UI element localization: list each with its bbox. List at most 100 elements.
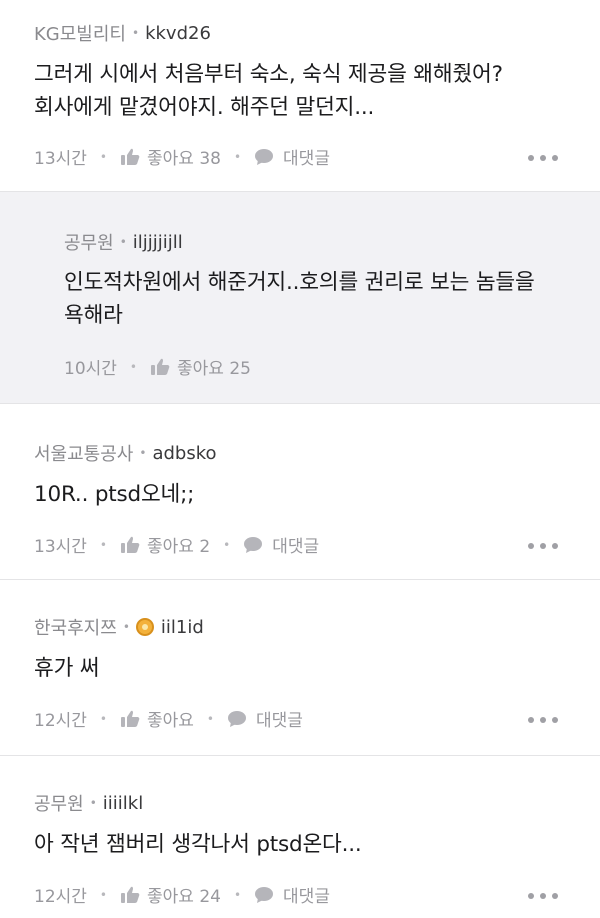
more-dots-icon [552, 543, 558, 549]
comment-text: 아 작년 잼버리 생각나서 ptsd온다... [34, 828, 362, 861]
coin-badge-icon [135, 618, 154, 636]
more-dots-icon [552, 155, 558, 161]
thumbs-up-icon [121, 710, 140, 727]
comment-item: 공무원 • iiiilkl 아 작년 잼버리 생각나서 ptsd온다... 12… [0, 756, 600, 918]
reply-comment-item: 공무원 • iljjjjijll 인도적차원에서 해준거지..호의를 권리로 보… [0, 192, 600, 404]
comment-feed: KG모빌리티 • kkvd26 그러게 시에서 처음부터 숙소, 숙식 제공을 … [0, 0, 600, 918]
like-button[interactable]: 좋아요 38 [120, 144, 221, 169]
more-button[interactable] [528, 154, 558, 162]
speech-bubble-icon [228, 710, 246, 727]
author-name[interactable]: KG모빌리티 [34, 20, 126, 46]
like-label: 좋아요 25 [177, 359, 251, 379]
comment-time: 12시간 [34, 711, 87, 731]
thumbs-up-icon [121, 886, 140, 903]
more-dots-icon [528, 717, 534, 723]
comment-text: 인도적차원에서 해준거지..호의를 권리로 보는 놈들을 욕해라 [64, 266, 535, 332]
like-button[interactable]: 좋아요 25 [150, 354, 251, 379]
reply-label: 대댓글 [272, 537, 320, 557]
author-name[interactable]: 공무원 [34, 790, 84, 816]
comment-text-line: 욕해라 [64, 303, 123, 328]
like-button[interactable]: 좋아요 24 [120, 882, 221, 907]
reply-label: 대댓글 [283, 887, 330, 907]
more-dots-icon [528, 543, 534, 549]
author-handle: adbsko [152, 442, 217, 464]
action-separator: • [233, 887, 242, 902]
reply-label: 대댓글 [283, 149, 330, 169]
more-dots-icon [528, 155, 534, 161]
comment-text: 10R.. ptsd오네;; [34, 478, 194, 511]
comment-text: 휴가 써 [34, 652, 100, 685]
comment-text: 그러게 시에서 처음부터 숙소, 숙식 제공을 왜해줬어? 회사에게 맡겼어야지… [34, 58, 503, 124]
more-button[interactable] [528, 892, 558, 900]
meta-separator: • [89, 796, 97, 810]
author-handle: iil1id [160, 616, 204, 638]
speech-bubble-icon [244, 536, 263, 553]
author-handle: iiiilkl [102, 792, 144, 814]
action-separator: • [99, 537, 107, 552]
comment-text-line: 10R.. ptsd오네;; [34, 482, 195, 507]
more-button[interactable] [528, 716, 558, 724]
comment-actions: 13시간 • 좋아요 2 • 대댓글 [34, 532, 319, 557]
more-dots-icon [540, 155, 546, 161]
thumbs-up-icon [121, 148, 140, 165]
comment-meta: KG모빌리티 • kkvd26 [34, 20, 211, 46]
more-dots-icon [528, 893, 534, 899]
comment-meta: 공무원 • iljjjjijll [64, 229, 183, 255]
comment-actions: 10시간 • 좋아요 25 [64, 354, 251, 379]
comment-item: 한국후지쯔 • iil1id 휴가 써 12시간 • 좋아요 • 대댓글 [0, 580, 600, 756]
author-name[interactable]: 공무원 [64, 229, 114, 255]
comment-meta: 한국후지쯔 • iil1id [34, 614, 204, 640]
comment-time: 10시간 [64, 359, 117, 379]
comment-meta: 공무원 • iiiilkl [34, 790, 143, 816]
more-dots-icon [552, 893, 558, 899]
reply-label: 대댓글 [256, 711, 303, 731]
more-dots-icon [552, 717, 558, 723]
meta-separator: • [132, 26, 140, 40]
author-name[interactable]: 한국후지쯔 [34, 614, 117, 640]
more-button[interactable] [528, 542, 558, 550]
comment-text-line: 휴가 써 [34, 656, 100, 681]
like-label: 좋아요 38 [147, 149, 221, 169]
action-separator: • [206, 711, 214, 726]
comment-time: 13시간 [34, 149, 87, 169]
comment-text-line: 그러게 시에서 처음부터 숙소, 숙식 제공을 왜해줬어? [34, 62, 503, 87]
speech-bubble-icon [255, 148, 274, 165]
like-label: 좋아요 2 [147, 537, 211, 557]
meta-separator: • [119, 235, 127, 249]
comment-text-line: 회사에게 맡겼어야지. 해주던 말던지... [34, 95, 375, 120]
action-separator: • [99, 887, 107, 902]
action-separator: • [99, 149, 107, 164]
thumbs-up-icon [121, 536, 140, 553]
comment-item: 서울교통공사 • adbsko 10R.. ptsd오네;; 13시간 • 좋아… [0, 404, 600, 580]
reply-button[interactable]: 대댓글 [254, 144, 330, 169]
comment-time: 12시간 [34, 887, 87, 907]
action-separator: • [223, 537, 231, 552]
more-dots-icon [540, 543, 546, 549]
author-name[interactable]: 서울교통공사 [34, 440, 133, 466]
comment-item: KG모빌리티 • kkvd26 그러게 시에서 처음부터 숙소, 숙식 제공을 … [0, 0, 600, 192]
reply-button[interactable]: 대댓글 [227, 706, 303, 731]
comment-meta: 서울교통공사 • adbsko [34, 440, 217, 466]
like-button[interactable]: 좋아요 [120, 706, 194, 731]
like-button[interactable]: 좋아요 2 [120, 532, 210, 557]
action-separator: • [233, 149, 242, 164]
comment-time: 13시간 [34, 537, 87, 557]
reply-button[interactable]: 대댓글 [254, 882, 330, 907]
author-handle: iljjjjijll [132, 231, 183, 253]
action-separator: • [129, 359, 137, 374]
action-separator: • [99, 711, 107, 726]
reply-button[interactable]: 대댓글 [243, 532, 319, 557]
comment-text-line: 아 작년 잼버리 생각나서 ptsd온다... [34, 832, 362, 857]
meta-separator: • [122, 620, 130, 634]
comment-actions: 12시간 • 좋아요 • 대댓글 [34, 706, 303, 731]
meta-separator: • [139, 446, 147, 460]
like-label: 좋아요 24 [147, 887, 221, 907]
speech-bubble-icon [255, 886, 274, 903]
author-handle: kkvd26 [145, 22, 211, 44]
more-dots-icon [540, 893, 546, 899]
comment-actions: 13시간 • 좋아요 38 • 대댓글 [34, 144, 330, 169]
like-label: 좋아요 [147, 711, 194, 731]
comment-actions: 12시간 • 좋아요 24 • 대댓글 [34, 882, 330, 907]
thumbs-up-icon [151, 358, 170, 375]
comment-text-line: 인도적차원에서 해준거지..호의를 권리로 보는 놈들을 [64, 270, 535, 295]
